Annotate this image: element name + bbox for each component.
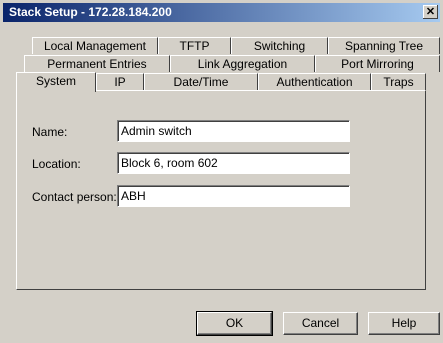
tab-switching[interactable]: Switching (231, 37, 328, 54)
name-input[interactable] (118, 121, 349, 141)
tab-spanning-tree[interactable]: Spanning Tree (328, 37, 440, 54)
help-button[interactable]: Help (368, 312, 440, 335)
cancel-button[interactable]: Cancel (283, 312, 358, 335)
location-label: Location: (32, 157, 81, 171)
contact-person-field[interactable] (117, 185, 350, 207)
stack-setup-dialog: Stack Setup - 172.28.184.200 ✕ Local Man… (0, 0, 443, 343)
location-input[interactable] (118, 153, 349, 173)
window-title: Stack Setup - 172.28.184.200 (9, 5, 172, 19)
close-icon: ✕ (425, 6, 436, 18)
tab-authentication[interactable]: Authentication (258, 73, 371, 90)
name-label: Name: (32, 125, 68, 139)
title-bar[interactable]: Stack Setup - 172.28.184.200 ✕ (3, 3, 440, 22)
tab-link-aggregation[interactable]: Link Aggregation (170, 55, 315, 72)
close-button[interactable]: ✕ (423, 5, 438, 19)
location-field[interactable] (117, 152, 350, 174)
name-field[interactable] (117, 120, 350, 142)
contact-person-input[interactable] (118, 186, 349, 206)
tab-system[interactable]: System (16, 72, 96, 92)
tab-local-management[interactable]: Local Management (32, 37, 158, 54)
ok-button[interactable]: OK (196, 311, 273, 336)
tab-date-time[interactable]: Date/Time (144, 73, 258, 90)
contact-person-label: Contact person: (32, 190, 117, 204)
tab-tftp[interactable]: TFTP (158, 37, 231, 54)
tab-port-mirroring[interactable]: Port Mirroring (315, 55, 440, 72)
tab-permanent-entries[interactable]: Permanent Entries (24, 55, 170, 72)
tab-ip[interactable]: IP (96, 73, 144, 90)
tab-traps[interactable]: Traps (371, 73, 426, 90)
